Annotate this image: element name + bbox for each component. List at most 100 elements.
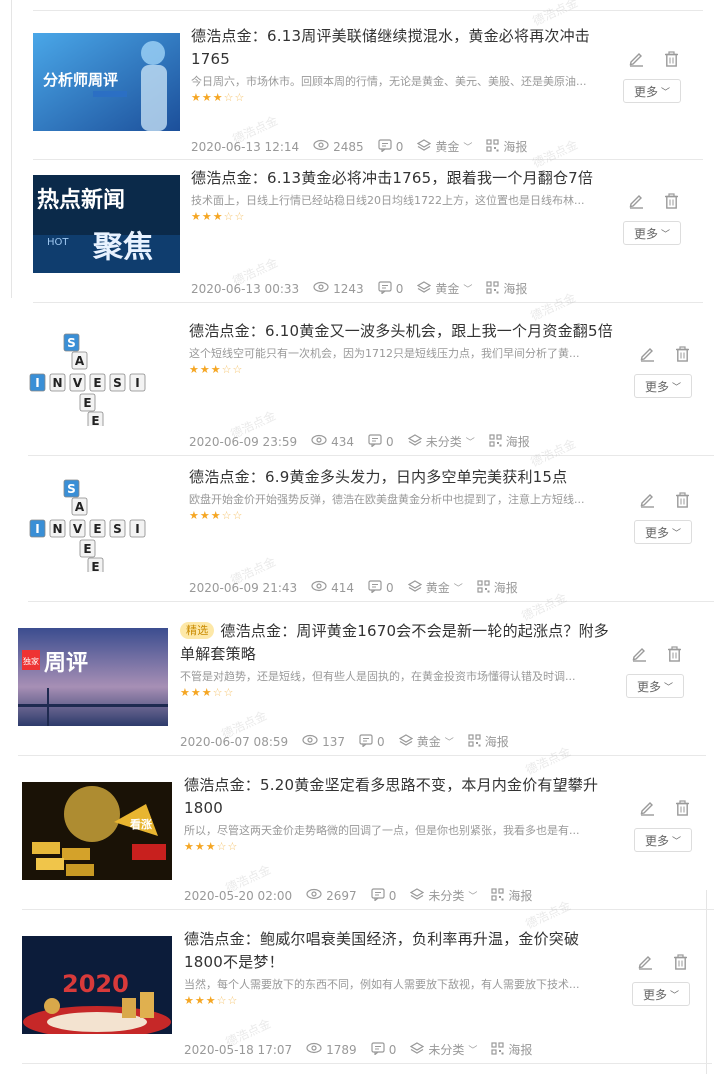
publish-date: 2020-06-09 23:59	[189, 434, 298, 449]
publish-date: 2020-06-13 12:14	[191, 139, 300, 154]
comments-count[interactable]: 0	[368, 579, 394, 596]
edit-icon[interactable]	[639, 800, 655, 820]
comments-count[interactable]: 0	[368, 433, 394, 450]
svg-text:S: S	[67, 336, 76, 350]
more-label: 更多	[644, 525, 669, 540]
article-title[interactable]: 德浩点金：5.20黄金坚定看多思路不变，本月内金价有望攀升1800	[184, 774, 614, 820]
publish-date: 2020-06-13 00:33	[191, 281, 300, 296]
publish-date: 2020-06-07 08:59	[180, 734, 289, 749]
poster-label: 海报	[505, 435, 530, 449]
layers-icon	[417, 280, 435, 297]
poster-label: 海报	[508, 889, 533, 903]
comments-count[interactable]: 0	[378, 280, 403, 297]
more-label: 更多	[644, 379, 669, 394]
svg-text:E: E	[91, 560, 99, 572]
article-thumbnail[interactable]: SAINVESIEE	[28, 474, 178, 572]
layers-icon	[407, 579, 426, 596]
svg-text:N: N	[52, 376, 62, 390]
svg-text:S: S	[113, 522, 122, 536]
comments-count[interactable]: 0	[371, 1041, 397, 1058]
more-button[interactable]: 更多 ﹀	[634, 828, 692, 852]
more-button[interactable]: 更多 ﹀	[634, 520, 692, 544]
article-item: 2020 德浩点金：鲍威尔唱衰美国经济，负利率再升温，金价突破1800不是梦！ …	[22, 898, 712, 1064]
edit-icon[interactable]	[628, 193, 644, 213]
thumb-caption: 热点新闻	[37, 187, 125, 213]
comments-count[interactable]: 0	[371, 887, 396, 904]
more-button[interactable]: 更多 ﹀	[632, 982, 690, 1006]
trash-icon[interactable]	[675, 492, 690, 512]
edit-icon[interactable]	[631, 646, 647, 666]
article-title[interactable]: 德浩点金：6.13周评美联储继续搅混水，黄金必将再次冲击1765	[191, 25, 611, 71]
chevron-down-icon: ﹀	[664, 682, 674, 693]
article-summary: 所以，尽管这两天金价走势略微的回调了一点，但是你也别紧张，我看多也是有...	[184, 824, 580, 837]
trash-icon[interactable]	[675, 346, 690, 366]
category-dropdown[interactable]: 未分类 ﹀	[410, 1041, 477, 1058]
article-title-text[interactable]: 德浩点金：鲍威尔唱衰美国经济，负利率再升温，金价突破1800不是梦！	[184, 930, 579, 971]
chevron-down-icon: ﹀	[463, 285, 473, 295]
article-thumbnail[interactable]: 分析师周评	[33, 33, 180, 131]
poster-link[interactable]: 海报	[491, 887, 532, 904]
article-title[interactable]: 德浩点金：鲍威尔唱衰美国经济，负利率再升温，金价突破1800不是梦！	[184, 928, 614, 974]
chevron-down-icon: ﹀	[468, 892, 478, 902]
article-actions: 更多 ﹀	[626, 646, 686, 698]
article-title[interactable]: 德浩点金：6.10黄金又一波多头机会，跟上我一个月资金翻5倍	[189, 320, 621, 343]
layers-icon	[407, 433, 426, 450]
poster-label: 海报	[493, 581, 518, 595]
article-thumbnail[interactable]: 2020	[22, 936, 172, 1034]
eye-icon	[302, 734, 322, 749]
comments-value: 0	[395, 139, 404, 154]
edit-icon[interactable]	[639, 346, 655, 366]
article-summary: 欧盘开始金价开始强势反弹，德浩在欧美盘黄金分析中也提到了，注意上方短线...	[189, 493, 585, 506]
article-thumbnail[interactable]: 热点新闻 HOT 聚焦	[33, 175, 180, 273]
poster-link[interactable]: 海报	[489, 433, 530, 450]
more-button[interactable]: 更多 ﹀	[626, 674, 684, 698]
category-dropdown[interactable]: 黄金 ﹀	[398, 733, 454, 750]
trash-icon[interactable]	[667, 646, 682, 666]
trash-icon[interactable]	[675, 800, 690, 820]
more-button[interactable]: 更多 ﹀	[623, 221, 681, 245]
trash-icon[interactable]	[664, 193, 679, 213]
chevron-down-icon: ﹀	[672, 528, 682, 539]
article-title-text[interactable]: 德浩点金：6.13黄金必将冲击1765，跟着我一个月翻仓7倍	[191, 169, 593, 187]
rating-stars: ★★★☆☆	[184, 994, 239, 1007]
article-title[interactable]: 德浩点金：6.9黄金多头发力，日内多空单完美获利15点	[189, 466, 621, 489]
category-dropdown[interactable]: 黄金 ﹀	[417, 280, 472, 297]
more-button[interactable]: 更多 ﹀	[623, 79, 681, 103]
article-title-text[interactable]: 德浩点金：5.20黄金坚定看多思路不变，本月内金价有望攀升1800	[184, 776, 598, 817]
more-label: 更多	[636, 679, 661, 694]
category-dropdown[interactable]: 黄金 ﹀	[407, 579, 463, 596]
publish-date: 2020-06-09 21:43	[189, 580, 298, 595]
article-title[interactable]: 精选 德浩点金：周评黄金1670会不会是新一轮的起涨点？附多单解套策略	[180, 620, 610, 666]
views-count: 2485	[313, 139, 364, 154]
article-title[interactable]: 德浩点金：6.13黄金必将冲击1765，跟着我一个月翻仓7倍	[191, 167, 611, 190]
edit-icon[interactable]	[628, 51, 644, 71]
article-title-text[interactable]: 德浩点金：6.9黄金多头发力，日内多空单完美获利15点	[189, 468, 567, 486]
comments-count[interactable]: 0	[359, 733, 385, 750]
rating-stars: ★★★☆☆	[189, 363, 244, 376]
article-title-text[interactable]: 德浩点金：6.10黄金又一波多头机会，跟上我一个月资金翻5倍	[189, 322, 613, 340]
category-dropdown[interactable]: 未分类 ﹀	[410, 887, 477, 904]
poster-link[interactable]: 海报	[486, 280, 527, 297]
category-dropdown[interactable]: 未分类 ﹀	[407, 433, 475, 450]
views-value: 1243	[333, 281, 364, 296]
poster-link[interactable]: 海报	[468, 733, 509, 750]
svg-text:E: E	[83, 396, 91, 410]
category-value: 黄金	[416, 735, 441, 749]
article-thumbnail[interactable]: 看涨	[22, 782, 172, 880]
article-title-text[interactable]: 德浩点金：周评黄金1670会不会是新一轮的起涨点？附多单解套策略	[180, 622, 609, 663]
article-title-text[interactable]: 德浩点金：6.13周评美联储继续搅混水，黄金必将再次冲击1765	[191, 27, 590, 68]
poster-link[interactable]: 海报	[477, 579, 518, 596]
edit-icon[interactable]	[637, 954, 653, 974]
article-summary: 技术面上，日线上行情已经站稳日线20日均线1722上方，这位置也是日线布林...	[191, 194, 585, 207]
more-button[interactable]: 更多 ﹀	[634, 374, 692, 398]
edit-icon[interactable]	[639, 492, 655, 512]
comments-value: 0	[377, 734, 385, 749]
poster-link[interactable]: 海报	[491, 1041, 532, 1058]
article-thumbnail[interactable]: 独家 周评	[18, 628, 168, 726]
more-label: 更多	[633, 226, 658, 241]
comments-value: 0	[388, 1042, 397, 1057]
trash-icon[interactable]	[673, 954, 688, 974]
article-meta: 2020-06-13 00:33 1243 0 黄金 ﹀ 海报	[191, 280, 541, 297]
article-thumbnail[interactable]: SAINVESIEE	[28, 328, 178, 426]
trash-icon[interactable]	[664, 51, 679, 71]
